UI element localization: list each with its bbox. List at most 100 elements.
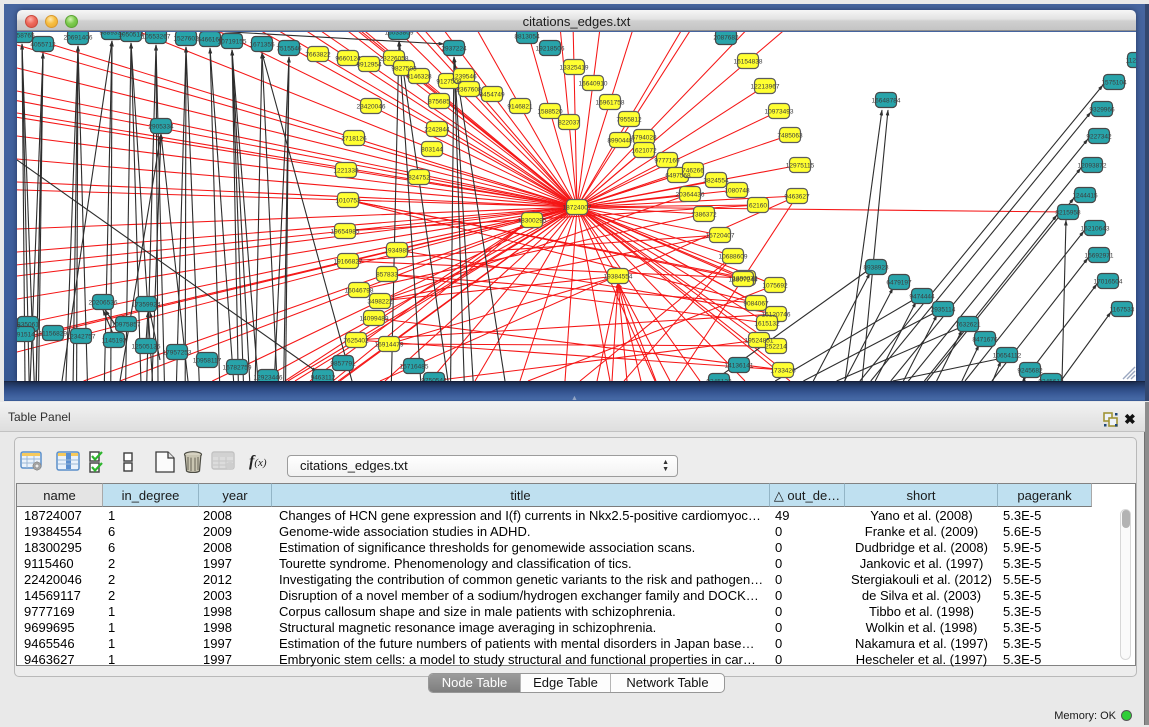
svg-text:16961758: 16961758: [596, 100, 625, 107]
svg-text:1527602: 1527602: [173, 36, 199, 43]
svg-text:12923446: 12923446: [254, 375, 283, 382]
svg-text:9827503: 9827503: [391, 66, 417, 73]
svg-text:12093872: 12093872: [1078, 163, 1107, 170]
svg-text:9857791: 9857791: [330, 361, 356, 368]
svg-text:1080748: 1080748: [724, 188, 750, 195]
svg-text:8990448: 8990448: [607, 138, 633, 145]
svg-text:10719155: 10719155: [218, 39, 247, 46]
svg-text:1167533: 1167533: [1110, 307, 1135, 314]
svg-text:12342757: 12342757: [67, 334, 96, 341]
svg-text:3824554: 3824554: [703, 178, 729, 185]
svg-text:4055712: 4055712: [30, 42, 56, 49]
svg-text:1145193: 1145193: [102, 338, 127, 345]
svg-text:16120746: 16120746: [762, 312, 791, 319]
svg-text:835061: 835061: [17, 322, 39, 329]
svg-text:17016504: 17016504: [1094, 279, 1123, 286]
svg-text:391514: 391514: [17, 332, 35, 339]
svg-text:2937224: 2937224: [441, 46, 467, 53]
svg-text:9245612: 9245612: [1038, 379, 1064, 382]
svg-text:7485063: 7485063: [777, 133, 803, 140]
svg-text:3498222: 3498222: [367, 299, 393, 306]
svg-text:18807249: 18807249: [729, 277, 758, 284]
svg-text:19384554: 19384554: [604, 274, 633, 281]
svg-text:8938923: 8938923: [863, 265, 889, 272]
svg-text:62160: 62160: [749, 203, 767, 210]
svg-text:1671355: 1671355: [249, 42, 275, 49]
svg-text:19218506: 19218506: [536, 46, 565, 53]
svg-text:2935114: 2935114: [931, 307, 956, 314]
svg-text:857833: 857833: [376, 272, 398, 279]
svg-text:875685: 875685: [428, 99, 450, 106]
svg-text:8215958: 8215958: [1055, 210, 1081, 217]
svg-text:1239546: 1239546: [451, 74, 477, 81]
svg-text:10958117: 10958117: [193, 358, 222, 365]
svg-text:20364436: 20364436: [676, 192, 705, 199]
svg-text:14136141: 14136141: [725, 363, 754, 370]
svg-text:10553267: 10553267: [142, 34, 171, 41]
svg-text:1075692: 1075692: [762, 283, 788, 290]
svg-text:10688609: 10688609: [719, 254, 748, 261]
svg-text:822037: 822037: [558, 120, 580, 127]
svg-text:9227342: 9227342: [1086, 134, 1112, 141]
svg-text:13325419: 13325419: [560, 65, 589, 72]
svg-text:6794028: 6794028: [631, 135, 657, 142]
svg-text:19654985: 19654985: [331, 229, 360, 236]
svg-text:1122783: 1122783: [1126, 58, 1136, 65]
svg-text:9750544: 9750544: [421, 378, 447, 382]
svg-text:2367608: 2367608: [456, 87, 482, 94]
svg-text:6479197: 6479197: [886, 280, 912, 287]
svg-text:16648784: 16648784: [872, 98, 901, 105]
svg-text:16914479: 16914479: [375, 342, 404, 349]
svg-text:9463627: 9463627: [784, 194, 810, 201]
svg-text:20206536: 20206536: [89, 300, 118, 307]
svg-text:824752: 824752: [408, 175, 430, 182]
svg-text:9463112: 9463112: [311, 375, 336, 382]
svg-text:15716485: 15716485: [400, 364, 429, 371]
svg-text:9777169: 9777169: [654, 158, 680, 165]
svg-text:10975857: 10975857: [112, 322, 141, 329]
svg-text:8471676: 8471676: [972, 337, 998, 344]
svg-text:20691406: 20691406: [64, 35, 93, 42]
svg-text:8912954: 8912954: [356, 62, 382, 69]
svg-text:1244415: 1244415: [1072, 193, 1098, 200]
svg-text:7632621: 7632621: [955, 322, 981, 329]
svg-text:16154838: 16154838: [734, 59, 763, 66]
svg-text:16782759: 16782759: [223, 365, 252, 372]
svg-text:8146328: 8146328: [406, 74, 432, 81]
svg-text:17957253: 17957253: [163, 350, 192, 357]
svg-text:7625402: 7625402: [343, 338, 369, 345]
svg-text:9146821: 9146821: [507, 104, 533, 111]
svg-text:8454749: 8454749: [479, 92, 505, 99]
svg-text:12505135: 12505135: [132, 344, 161, 351]
svg-text:15720407: 15720407: [706, 233, 735, 240]
svg-text:9245682: 9245682: [1017, 368, 1043, 375]
svg-text:1934985: 1934985: [384, 248, 410, 255]
svg-text:1733426: 1733426: [770, 368, 796, 375]
svg-text:1010753: 1010753: [335, 198, 361, 205]
svg-text:9084067: 9084067: [743, 301, 769, 308]
svg-text:10973493: 10973493: [765, 109, 794, 116]
svg-text:14099489: 14099489: [360, 316, 389, 323]
svg-text:2718126: 2718126: [341, 136, 367, 143]
svg-text:8813054: 8813054: [514, 34, 540, 41]
svg-text:7663822: 7663822: [305, 52, 331, 59]
svg-text:1221338: 1221338: [333, 168, 359, 175]
svg-text:7858765: 7858765: [17, 33, 35, 40]
svg-text:15692971: 15692971: [1085, 253, 1114, 260]
svg-text:16640910: 16640910: [579, 81, 608, 88]
svg-text:7955812: 7955812: [616, 117, 642, 124]
svg-text:1621072: 1621072: [631, 148, 657, 155]
svg-text:9329966: 9329966: [1089, 107, 1115, 114]
svg-text:12975115: 12975115: [786, 163, 815, 170]
svg-text:18300295: 18300295: [518, 218, 547, 225]
svg-text:9474444: 9474444: [909, 294, 935, 301]
svg-text:7515546: 7515546: [276, 46, 302, 53]
svg-text:7386372: 7386372: [691, 212, 717, 219]
svg-text:2242844: 2242844: [424, 127, 450, 134]
svg-text:23226058: 23226058: [380, 56, 409, 63]
svg-text:11156829: 11156829: [39, 331, 67, 338]
svg-text:19166827: 19166827: [334, 259, 363, 266]
svg-text:10654112: 10654112: [993, 353, 1022, 360]
svg-text:17359924: 17359924: [132, 302, 161, 309]
svg-text:746266: 746266: [682, 168, 704, 175]
